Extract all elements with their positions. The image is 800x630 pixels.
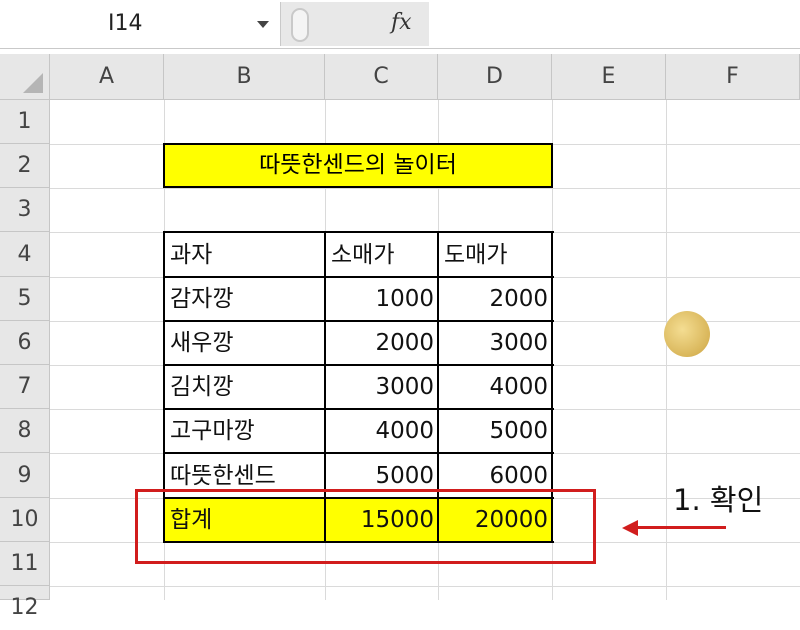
row-header-10[interactable]: 10 — [0, 498, 50, 542]
gridline — [50, 188, 800, 189]
resize-grip-icon[interactable] — [291, 8, 309, 42]
row-header-1[interactable]: 1 — [0, 100, 50, 144]
table-cell[interactable]: 새우깡 — [165, 322, 325, 365]
table-border — [163, 320, 554, 322]
table-cell[interactable]: 2000 — [326, 322, 438, 365]
table-border — [163, 452, 554, 454]
name-box-value: I14 — [108, 11, 143, 36]
table-border — [163, 408, 554, 410]
row-header-11[interactable]: 11 — [0, 542, 50, 586]
row-header-8[interactable]: 8 — [0, 409, 50, 453]
gridline — [666, 100, 667, 600]
table-border — [163, 231, 554, 233]
table-cell[interactable]: 2000 — [439, 278, 552, 321]
row-header-3[interactable]: 3 — [0, 188, 50, 232]
row-header-7[interactable]: 7 — [0, 365, 50, 409]
gridline — [50, 586, 800, 587]
row-header-5[interactable]: 5 — [0, 277, 50, 321]
formula-input[interactable] — [429, 2, 799, 46]
logo-image — [664, 311, 710, 357]
table-cell[interactable]: 김치깡 — [165, 366, 325, 409]
chevron-down-icon[interactable] — [257, 21, 269, 28]
table-cell[interactable]: 4000 — [439, 366, 552, 409]
annotation-label: 1. 확인 — [673, 483, 764, 517]
table-cell[interactable]: 1000 — [326, 278, 438, 321]
row-header-2[interactable]: 2 — [0, 144, 50, 188]
arrow-icon — [636, 526, 726, 529]
insert-function-icon[interactable]: fx — [391, 10, 412, 35]
row-header-12[interactable]: 12 — [0, 586, 50, 620]
table-cell[interactable]: 3000 — [326, 366, 438, 409]
column-header-b[interactable]: B — [164, 54, 325, 100]
column-header-c[interactable]: C — [325, 54, 438, 100]
name-box[interactable]: I14 — [0, 4, 280, 44]
select-all-button[interactable] — [0, 54, 50, 100]
select-all-icon — [23, 73, 43, 93]
title-cell-b2[interactable]: 따뜻한센드의 놀이터 — [163, 143, 553, 188]
row-header-6[interactable]: 6 — [0, 321, 50, 365]
arrow-head-icon — [622, 520, 638, 536]
row-header-9[interactable]: 9 — [0, 453, 50, 498]
column-header-d[interactable]: D — [438, 54, 552, 100]
column-header-a[interactable]: A — [50, 54, 164, 100]
table-cell[interactable]: 3000 — [439, 322, 552, 365]
column-header-f[interactable]: F — [666, 54, 800, 100]
table-border — [163, 276, 554, 278]
table-border — [163, 364, 554, 366]
formula-bar-controls: fx — [280, 2, 430, 46]
table-header-retail[interactable]: 소매가 — [326, 233, 438, 277]
formula-bar: I14 fx — [0, 0, 800, 49]
table-cell[interactable]: 감자깡 — [165, 278, 325, 321]
table-cell[interactable]: 고구마깡 — [165, 410, 325, 453]
table-cell[interactable]: 4000 — [326, 410, 438, 453]
column-header-e[interactable]: E — [552, 54, 666, 100]
table-header-wholesale[interactable]: 도매가 — [439, 233, 552, 277]
highlight-box — [135, 489, 596, 564]
table-header-item[interactable]: 과자 — [165, 233, 325, 277]
row-header-4[interactable]: 4 — [0, 232, 50, 277]
table-cell[interactable]: 5000 — [439, 410, 552, 453]
